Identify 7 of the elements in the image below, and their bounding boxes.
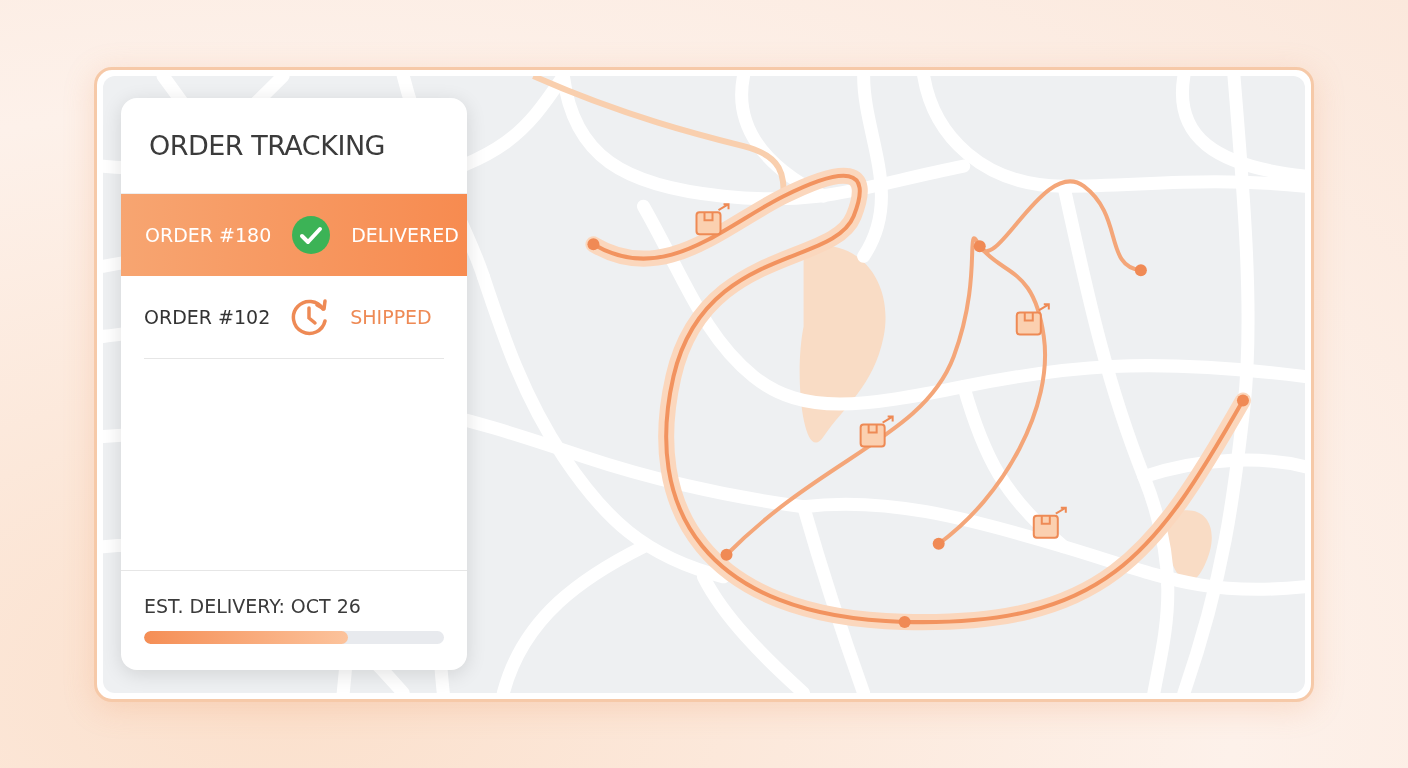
order-row[interactable]: ORDER #102 SHIPPED	[144, 276, 444, 359]
order-number: ORDER #102	[144, 306, 271, 328]
delivery-estimate: EST. DELIVERY: OCT 26	[144, 595, 362, 617]
order-status: DELIVERED	[351, 224, 459, 246]
check-icon	[291, 215, 332, 255]
order-number: ORDER #180	[145, 224, 272, 246]
order-status: SHIPPED	[350, 306, 432, 328]
